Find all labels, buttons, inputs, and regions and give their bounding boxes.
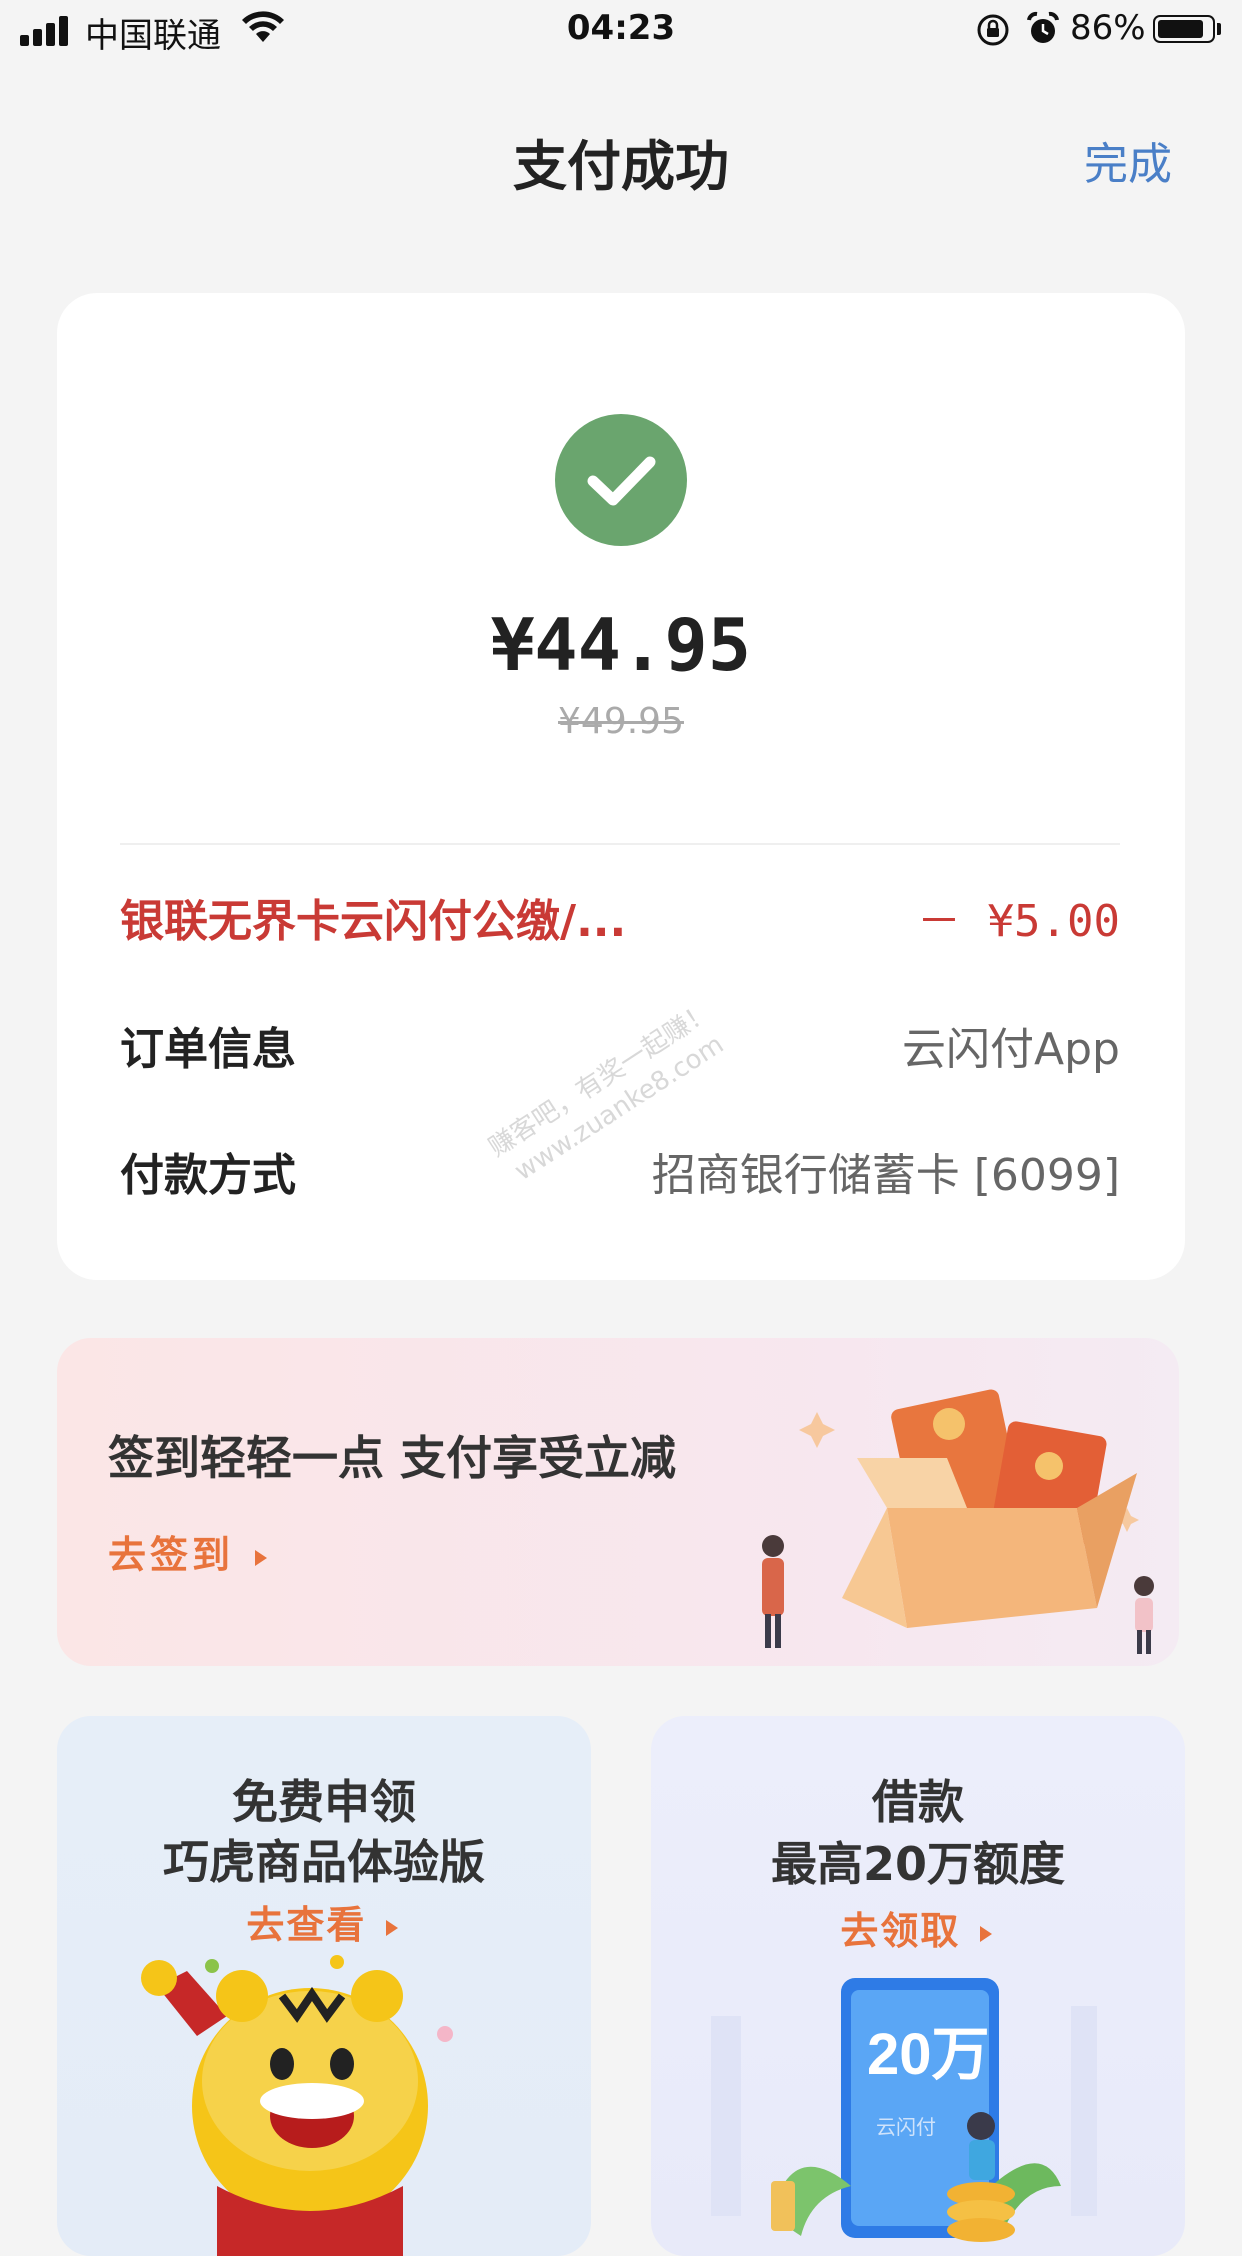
payment-method-value: 招商银行储蓄卡 [6099] — [651, 1150, 1120, 1201]
tiger-mascot-illustration — [141, 1955, 453, 2256]
original-amount: ¥49.95 — [558, 701, 684, 742]
battery-icon — [1153, 15, 1215, 43]
sign-in-link[interactable]: 去签到 — [108, 1524, 271, 1579]
done-button[interactable]: 完成 — [1084, 128, 1172, 192]
paid-amount: ¥44.95 — [490, 603, 752, 687]
loan-badge-text: 20万 — [867, 2022, 990, 2087]
battery-percent: 86% — [1070, 8, 1146, 48]
order-info-label: 订单信息 — [120, 1024, 296, 1075]
page-title: 支付成功 — [513, 135, 729, 198]
battery-cap — [1217, 23, 1221, 35]
sign-in-banner-title: 签到轻轻一点 支付享受立减 — [108, 1431, 677, 1485]
rotation-lock-icon — [977, 14, 1009, 46]
divider — [120, 843, 1120, 845]
gift-box-illustration — [762, 1389, 1154, 1654]
success-check-icon — [555, 414, 687, 546]
payment-result-card: ¥44.95 ¥49.95 银联无界卡云闪付公缴/... － ¥5.00 订单信… — [57, 293, 1185, 1280]
payment-method-row[interactable]: 付款方式 招商银行储蓄卡 [6099] — [120, 1139, 1120, 1201]
battery-level-fill — [1158, 20, 1203, 38]
discount-row: 银联无界卡云闪付公缴/... － ¥5.00 — [120, 885, 1120, 947]
sign-in-banner[interactable]: 签到轻轻一点 支付享受立减 去签到 — [57, 1338, 1179, 1666]
discount-value: － ¥5.00 — [917, 896, 1120, 947]
promo-card-loan[interactable]: 借款 最高20万额度 去领取 20万 云闪付 — [651, 1716, 1185, 2256]
alarm-icon — [1027, 11, 1059, 43]
loan-brand-text: 云闪付 — [876, 2116, 936, 2139]
phone-loan-illustration: 20万 云闪付 — [711, 1978, 1097, 2242]
play-arrow-icon — [255, 1549, 268, 1566]
promo-card-qiaohu[interactable]: 免费申领 巧虎商品体验版 去查看 — [57, 1716, 591, 2256]
payment-method-label: 付款方式 — [120, 1150, 296, 1201]
order-info-value: 云闪付App — [902, 1024, 1120, 1075]
discount-label: 银联无界卡云闪付公缴/... — [120, 896, 627, 947]
status-bar: 中国联通 04:23 86% — [0, 0, 1242, 62]
sign-in-link-label: 去签到 — [108, 1533, 235, 1577]
